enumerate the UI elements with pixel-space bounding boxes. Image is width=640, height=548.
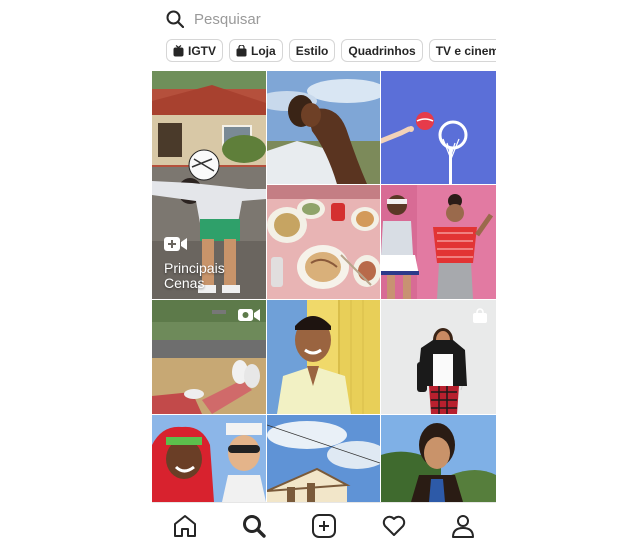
grid-tile-video[interactable]	[152, 300, 266, 414]
photo-friends-selfie	[152, 415, 266, 502]
photo-man-yellow-wall	[267, 300, 380, 414]
search-bar[interactable]: Pesquisar	[152, 0, 496, 38]
featured-label-line2: Cenas	[164, 275, 205, 291]
grid-tile[interactable]	[152, 415, 266, 502]
grid-tile[interactable]	[267, 300, 380, 414]
chip-label: Loja	[251, 43, 276, 58]
explore-grid: Principais Cenas	[152, 71, 496, 502]
grid-tile[interactable]	[267, 71, 380, 184]
search-placeholder[interactable]: Pesquisar	[194, 11, 261, 28]
video-plus-icon	[164, 237, 187, 251]
grid-tile[interactable]	[381, 71, 496, 184]
profile-icon[interactable]	[450, 513, 476, 539]
search-icon[interactable]	[241, 513, 267, 539]
chip-estilo[interactable]: Estilo	[288, 39, 336, 62]
photo-woman-hills	[381, 415, 496, 502]
chip-label: Estilo	[295, 43, 329, 58]
bottom-nav	[152, 502, 496, 548]
grid-tile[interactable]	[381, 185, 496, 299]
chip-label: Quadrinhos	[348, 43, 416, 58]
home-icon[interactable]	[172, 513, 198, 539]
grid-tile[interactable]	[381, 415, 496, 502]
photo-building-sky	[267, 415, 380, 502]
chip-quadrinhos[interactable]: Quadrinhos	[341, 39, 423, 62]
photo-man-dog	[267, 71, 380, 184]
phone-screen: Pesquisar IGTV Loja Estilo Quadrinhos TV…	[152, 0, 496, 548]
video-icon	[238, 309, 260, 321]
topic-chips: IGTV Loja Estilo Quadrinhos TV e cinema …	[166, 39, 496, 64]
photo-food-table	[267, 185, 380, 299]
grid-tile[interactable]	[267, 185, 380, 299]
grid-tile-shop[interactable]	[381, 300, 496, 414]
featured-label: Principais Cenas	[164, 261, 225, 291]
chip-tv-e-cinema[interactable]: TV e cinema	[428, 39, 496, 62]
photo-girls-pink-wall	[381, 185, 496, 299]
igtv-icon	[173, 44, 184, 56]
chip-label: IGTV	[188, 43, 217, 58]
chip-igtv[interactable]: IGTV	[166, 39, 224, 62]
chip-loja[interactable]: Loja	[229, 39, 283, 62]
featured-video-tile[interactable]: Principais Cenas	[152, 71, 266, 299]
featured-label-line1: Principais	[164, 260, 225, 276]
grid-tile[interactable]	[267, 415, 380, 502]
shopping-bag-icon	[473, 308, 487, 323]
activity-heart-icon[interactable]	[381, 513, 407, 539]
new-post-icon[interactable]	[311, 513, 337, 539]
search-icon	[166, 10, 184, 28]
photo-basketball-hoop	[381, 71, 496, 184]
shopping-bag-icon	[236, 44, 247, 56]
chip-label: TV e cinema	[435, 43, 496, 58]
